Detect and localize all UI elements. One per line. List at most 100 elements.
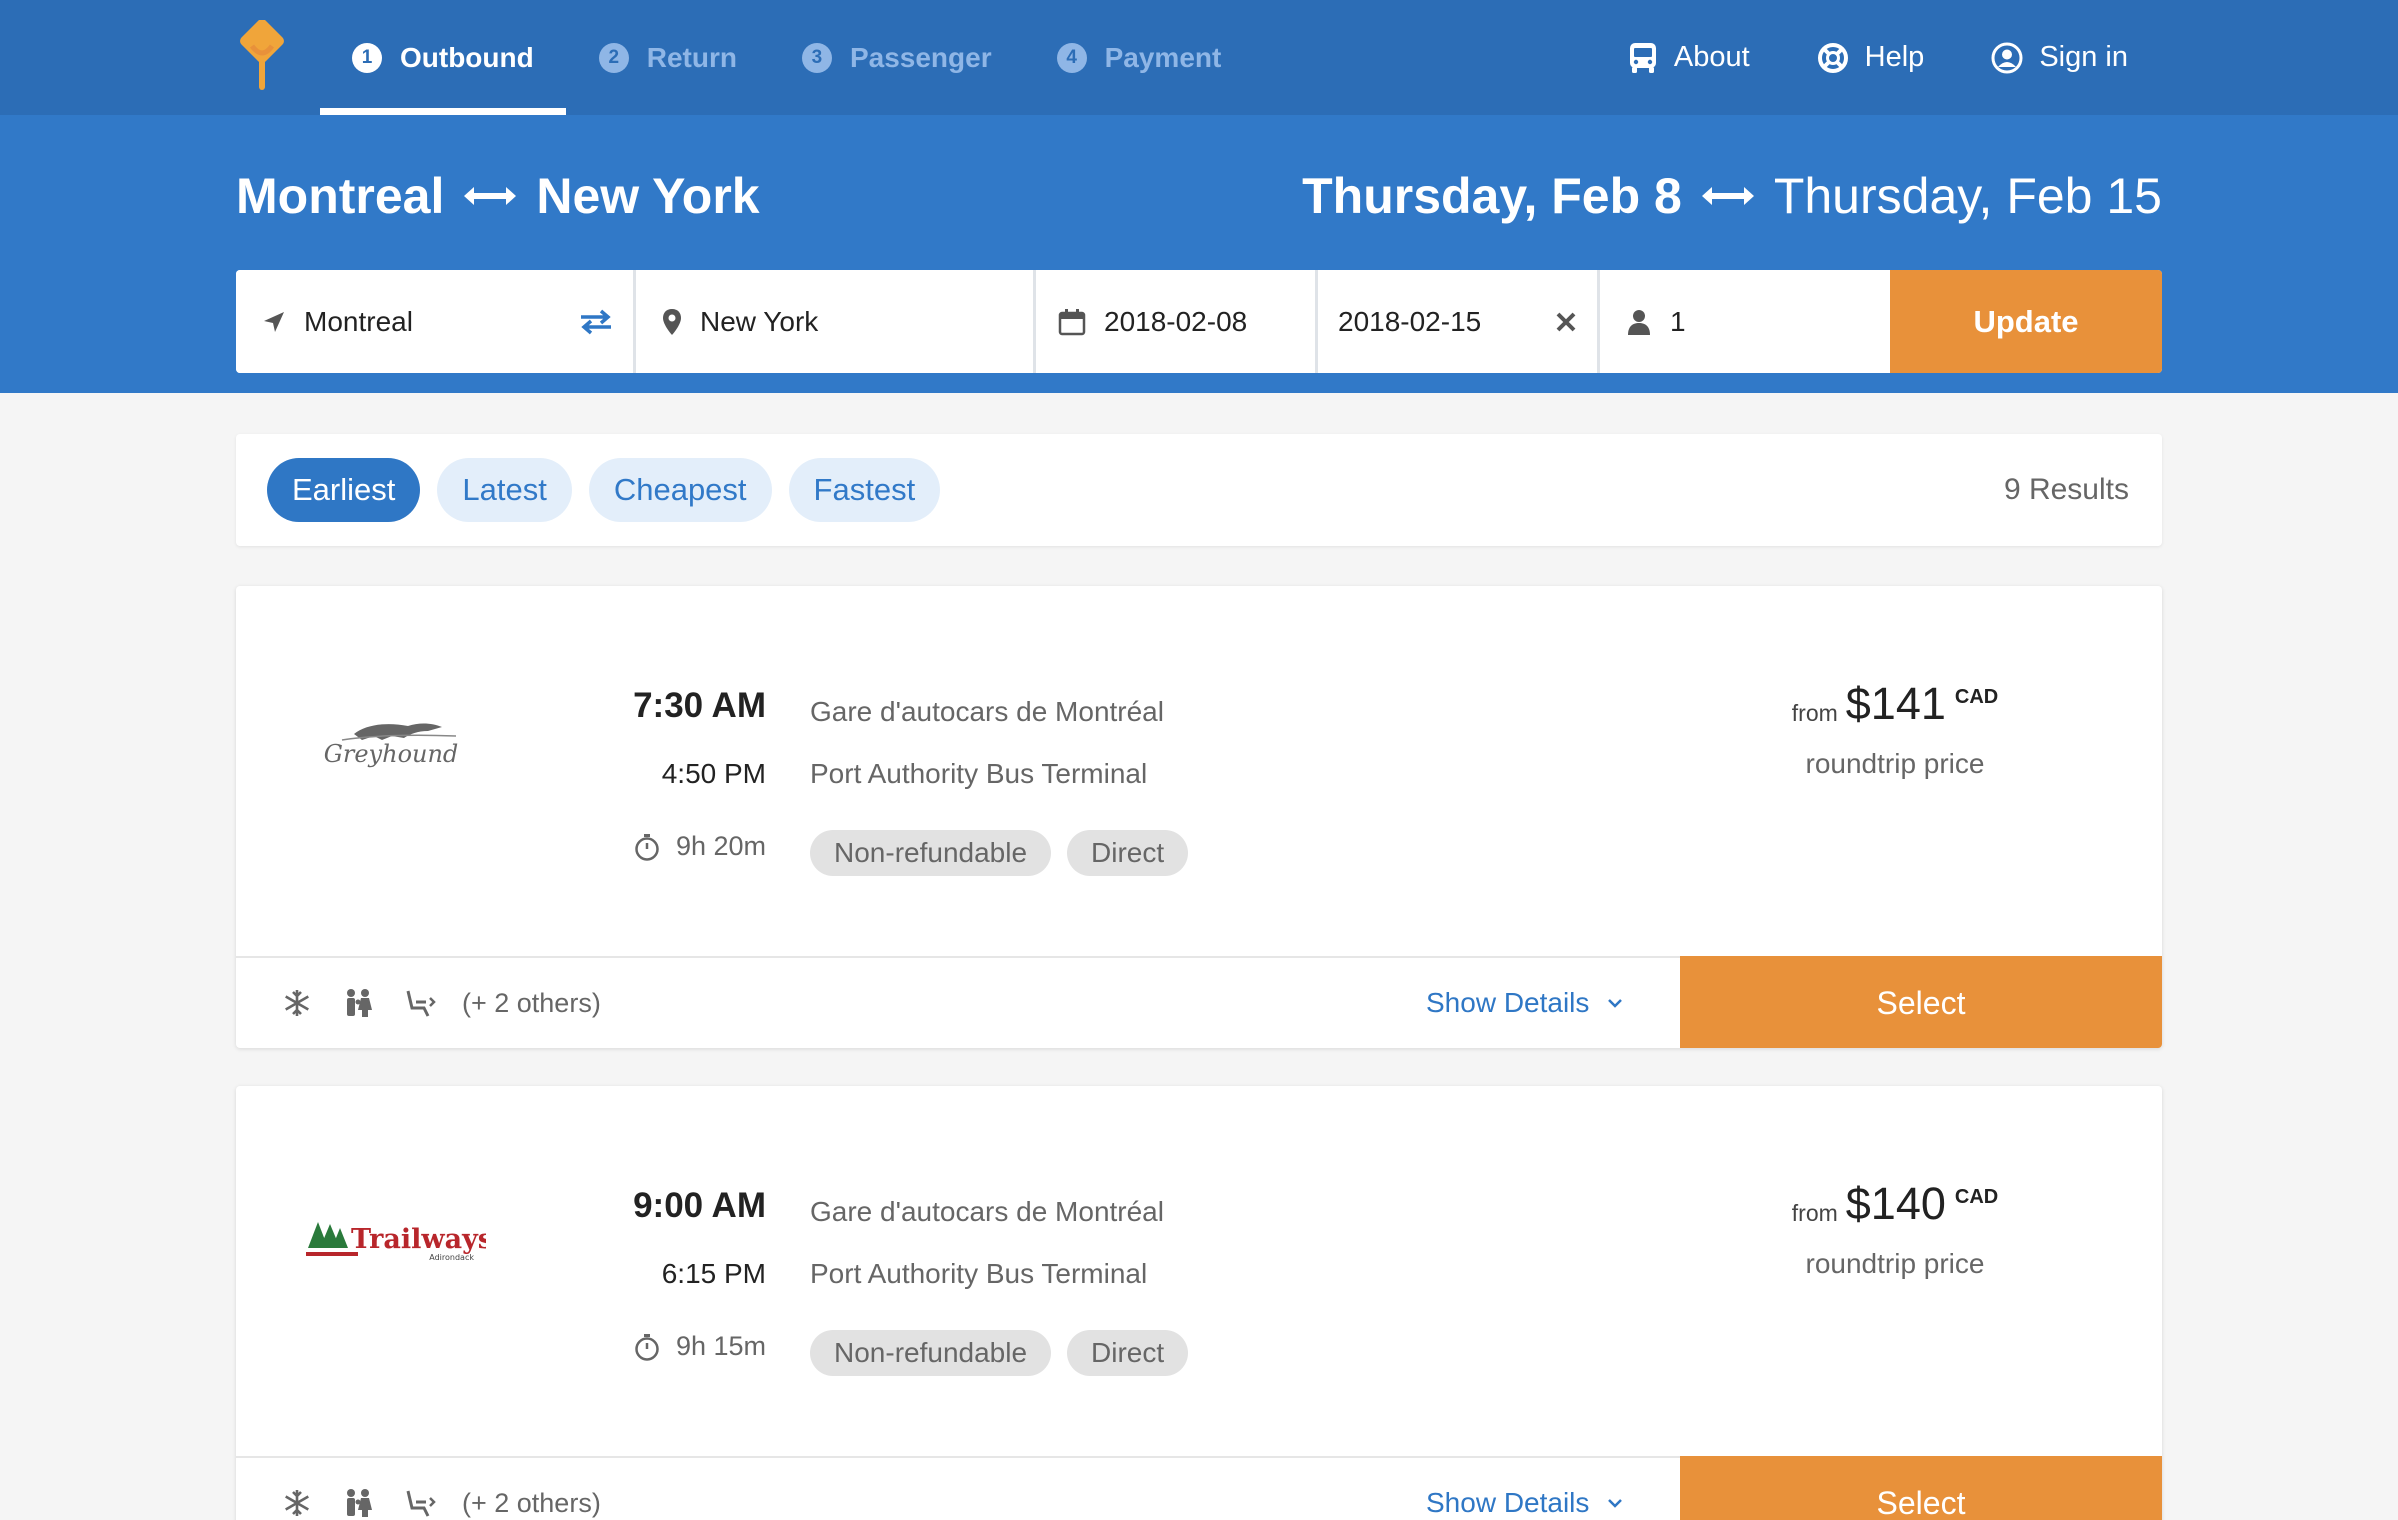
route-origin: Montreal — [236, 168, 445, 224]
amenities: (+ 2 others) — [282, 958, 601, 1048]
arrival-time: 6:15 PM — [661, 1258, 766, 1289]
results-count: 9 Results — [2003, 473, 2129, 506]
tag-non-refundable: Non-refundable — [810, 830, 1052, 876]
show-details-label: Show Details — [1426, 987, 1590, 1018]
sort-earliest[interactable]: Earliest — [267, 458, 421, 522]
arrival-station: Port Authority Bus Terminal — [810, 758, 1148, 789]
duration-value: 9h 20m — [675, 831, 766, 861]
step-label: Return — [646, 41, 737, 73]
signin-link[interactable]: Sign in — [1991, 41, 2128, 74]
price-currency: CAD — [1954, 1186, 1999, 1208]
destination-value: New York — [700, 305, 819, 337]
sort-fastest[interactable]: Fastest — [788, 458, 941, 522]
select-button[interactable]: Select — [1680, 1456, 2162, 1520]
tag-non-refundable: Non-refundable — [810, 1330, 1052, 1376]
double-arrow-icon — [462, 183, 518, 209]
route-destination: New York — [536, 168, 760, 224]
family-icon — [342, 1488, 374, 1518]
bus-icon — [1629, 42, 1656, 73]
calendar-icon — [1058, 308, 1086, 336]
departure-time: 9:00 AM — [633, 1186, 766, 1225]
double-arrow-icon — [1700, 183, 1756, 209]
booking-steps: 1 Outbound 2 Return 3 Passenger 4 Paymen… — [320, 0, 1254, 115]
reclining-seat-icon — [404, 988, 436, 1018]
return-date-value: 2018-02-15 — [1338, 305, 1482, 337]
sort-latest[interactable]: Latest — [437, 458, 572, 522]
step-label: Outbound — [400, 41, 534, 73]
lifebuoy-icon — [1817, 42, 1848, 73]
update-button[interactable]: Update — [1890, 270, 2162, 373]
search-banner: Montreal New York Thursday, Feb 8 Thursd… — [0, 115, 2398, 393]
step-payment[interactable]: 4 Payment — [1025, 0, 1254, 115]
sort-bar: Earliest Latest Cheapest Fastest 9 Resul… — [236, 434, 2162, 546]
depart-date-title: Thursday, Feb 8 — [1302, 168, 1682, 224]
chevron-down-icon — [1608, 1499, 1623, 1508]
location-arrow-icon — [262, 310, 286, 334]
trailways-logo: Trailways Adirondack — [306, 1222, 486, 1262]
sort-cheapest[interactable]: Cheapest — [588, 458, 772, 522]
destination-field[interactable]: New York — [636, 270, 1036, 373]
snowflake-icon — [282, 1488, 312, 1518]
step-outbound[interactable]: 1 Outbound — [320, 0, 566, 115]
route-title: Montreal New York — [236, 167, 760, 225]
about-link[interactable]: About — [1628, 41, 1750, 74]
chevron-down-icon — [1608, 999, 1623, 1008]
amenities-others: (+ 2 others) — [462, 987, 601, 1018]
family-icon — [342, 988, 374, 1018]
stopwatch-icon — [635, 1333, 659, 1361]
price-amount: $141 — [1845, 678, 1946, 729]
user-circle-icon — [1991, 42, 2023, 73]
step-number: 3 — [801, 42, 832, 73]
depart-date-value: 2018-02-08 — [1104, 305, 1248, 337]
select-button[interactable]: Select — [1680, 956, 2162, 1048]
origin-field[interactable]: Montreal — [236, 270, 636, 373]
reclining-seat-icon — [404, 1488, 436, 1518]
date-title: Thursday, Feb 8 Thursday, Feb 15 — [1302, 167, 2162, 225]
price-block: from $141 CAD roundtrip price — [1780, 678, 2010, 780]
help-link[interactable]: Help — [1817, 41, 1925, 74]
arrival-station: Port Authority Bus Terminal — [810, 1258, 1148, 1289]
person-icon — [1626, 308, 1652, 336]
step-return[interactable]: 2 Return — [567, 0, 769, 115]
snowflake-icon — [282, 988, 312, 1018]
step-number: 2 — [598, 42, 629, 73]
card-footer: (+ 2 others) Show Details Select — [236, 1456, 2162, 1520]
amenities: (+ 2 others) — [282, 1458, 601, 1520]
top-navigation: 1 Outbound 2 Return 3 Passenger 4 Paymen… — [0, 0, 2398, 115]
step-number: 4 — [1056, 42, 1087, 73]
sort-options: Earliest Latest Cheapest Fastest — [267, 458, 957, 522]
search-form: Montreal New York 2018-02-08 2018-02-15 … — [236, 270, 2162, 373]
departure-time: 7:30 AM — [633, 686, 766, 725]
departure-station: Gare d'autocars de Montréal — [810, 696, 1164, 727]
duration-value: 9h 15m — [675, 1331, 766, 1361]
passengers-value: 1 — [1670, 305, 1686, 337]
map-pin-icon — [662, 308, 682, 336]
show-details-label: Show Details — [1426, 1487, 1590, 1518]
show-details-link[interactable]: Show Details — [1426, 1458, 1623, 1520]
fare-tags: Non-refundable Direct — [810, 1330, 1204, 1376]
depart-date-field[interactable]: 2018-02-08 — [1036, 270, 1318, 373]
step-passenger[interactable]: 3 Passenger — [770, 0, 1024, 115]
pin-logo-icon[interactable] — [232, 20, 292, 94]
help-label: Help — [1864, 41, 1925, 73]
carrier-subname: Adirondack — [429, 1253, 474, 1262]
price-block: from $140 CAD roundtrip price — [1780, 1178, 2010, 1280]
close-icon[interactable] — [1555, 311, 1577, 333]
return-date-field[interactable]: 2018-02-15 — [1318, 270, 1600, 373]
carrier-name: Greyhound — [324, 740, 459, 768]
price-currency: CAD — [1954, 686, 1999, 708]
price-note: roundtrip price — [1805, 1248, 1985, 1279]
passengers-field[interactable]: 1 — [1600, 270, 1890, 373]
duration: 9h 20m — [634, 831, 766, 862]
show-details-link[interactable]: Show Details — [1426, 958, 1623, 1048]
step-number: 1 — [352, 42, 382, 73]
price-amount: $140 — [1845, 1178, 1946, 1229]
tag-direct: Direct — [1067, 830, 1189, 876]
return-date-title: Thursday, Feb 15 — [1773, 168, 2162, 224]
swap-icon[interactable] — [579, 309, 613, 335]
departure-station: Gare d'autocars de Montréal — [810, 1196, 1164, 1227]
step-label: Payment — [1104, 41, 1222, 73]
price-prefix: from — [1791, 1200, 1838, 1226]
duration: 9h 15m — [634, 1331, 766, 1362]
arrival-time: 4:50 PM — [661, 758, 766, 789]
